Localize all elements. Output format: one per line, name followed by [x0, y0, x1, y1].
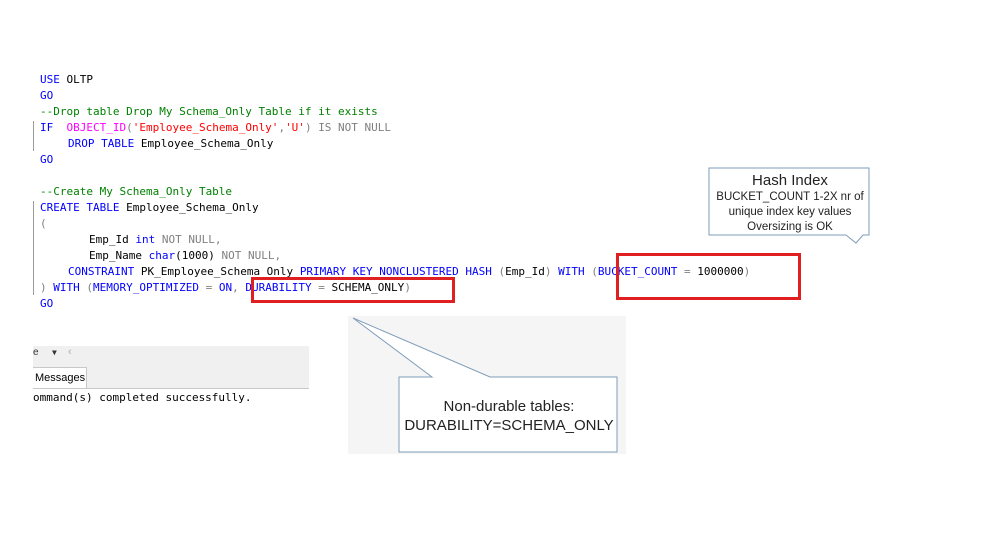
nondurable-line-2: DURABILITY=SCHEMA_ONLY	[404, 417, 614, 434]
tab-messages[interactable]: Messages	[33, 367, 87, 388]
nondurable-callout-text: Non-durable tables: DURABILITY=SCHEMA_ON…	[400, 397, 618, 435]
callout-shapes	[348, 167, 870, 454]
hash-index-description: BUCKET_COUNT 1-2X nr of unique index key…	[716, 191, 864, 233]
scroll-left-icon[interactable]: ‹	[68, 346, 72, 358]
dropdown-arrow-icon[interactable]: ▼	[52, 348, 57, 357]
messages-output: ommand(s) completed successfully.	[33, 391, 252, 404]
nondurable-line-1: Non-durable tables:	[443, 398, 575, 415]
hash-index-title: Hash Index	[752, 172, 828, 189]
